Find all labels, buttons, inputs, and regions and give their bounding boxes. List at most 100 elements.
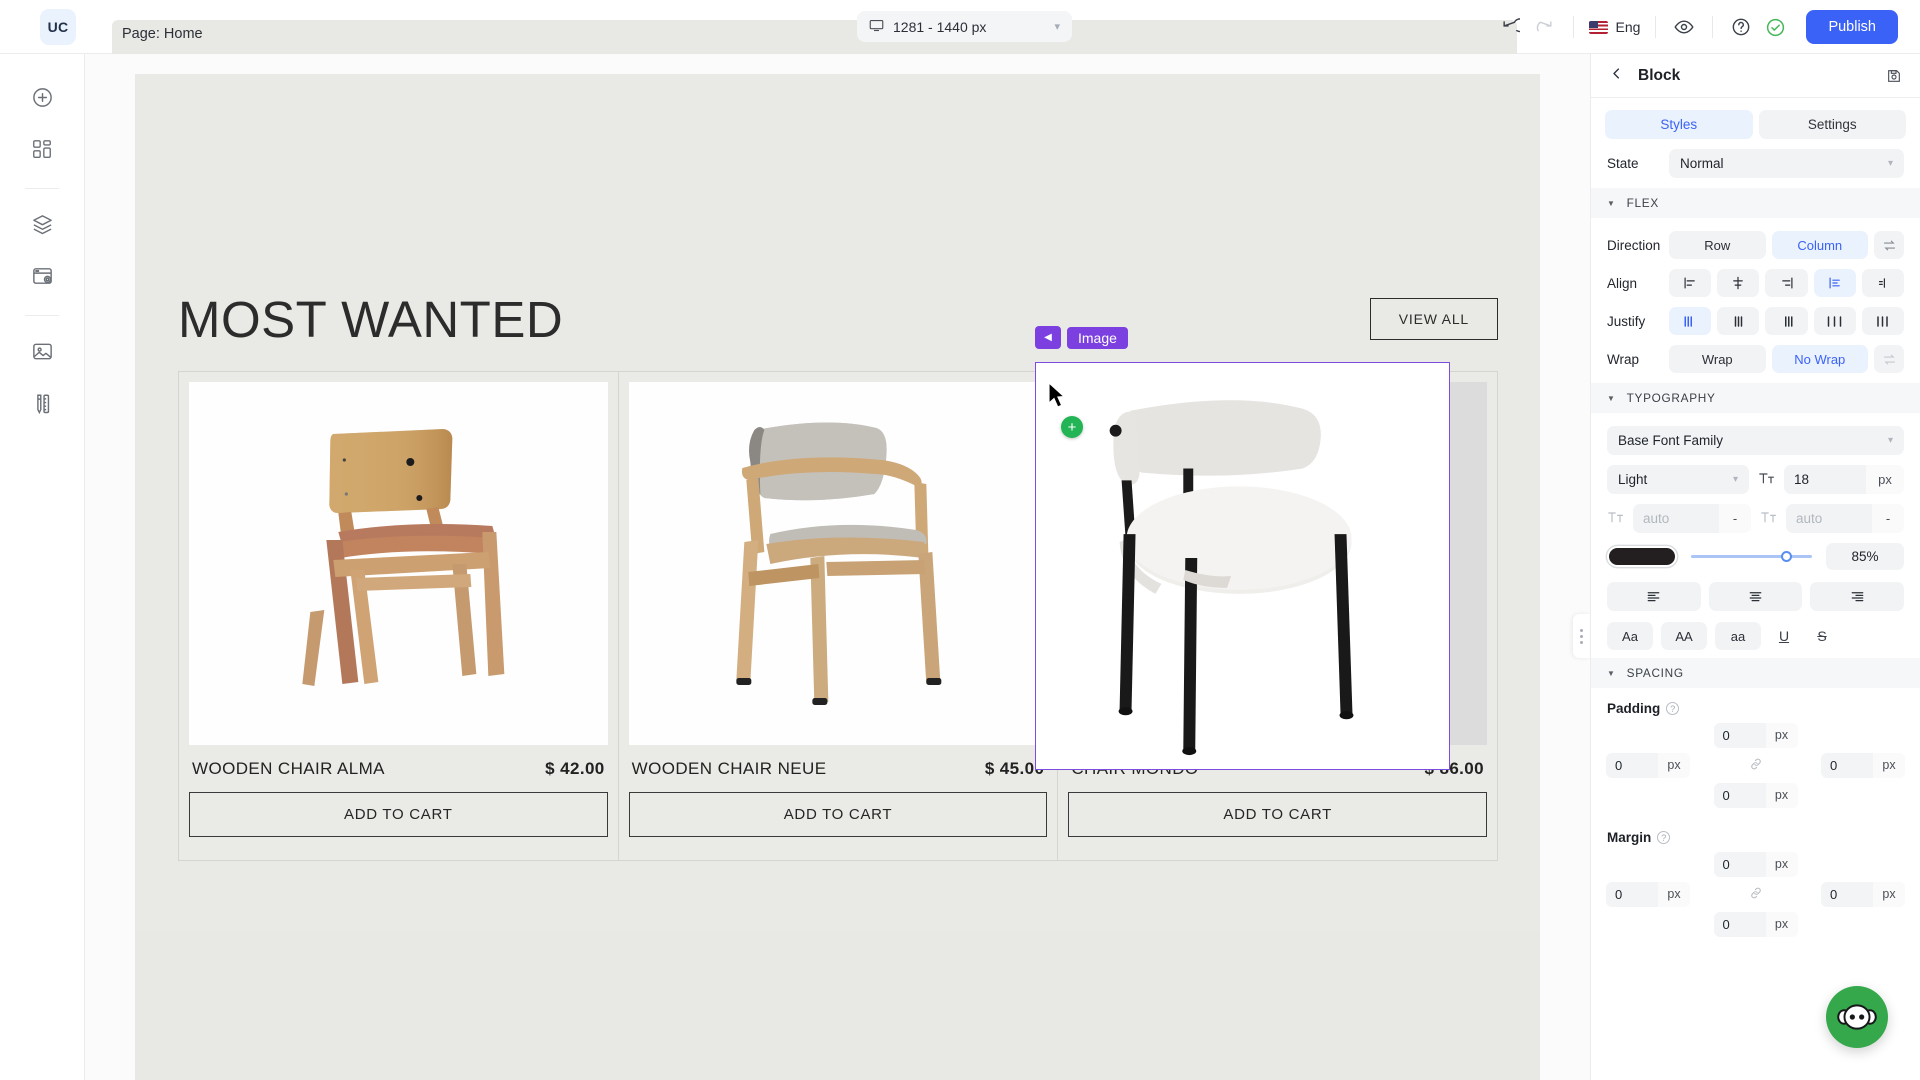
font-family-select[interactable]: Base Font Family ▾ <box>1607 426 1904 455</box>
slider-track <box>1691 555 1812 558</box>
state-select[interactable]: Normal ▾ <box>1669 149 1904 178</box>
opacity-slider[interactable] <box>1691 549 1812 565</box>
padding-left-field[interactable]: px <box>1606 752 1690 778</box>
margin-top-field[interactable]: px <box>1713 851 1798 877</box>
font-size-input[interactable] <box>1784 472 1866 487</box>
flex-section-header[interactable]: ▼ FLEX <box>1591 188 1920 218</box>
text-transform-capitalize[interactable]: Aa <box>1607 622 1653 650</box>
selected-image-block[interactable] <box>1035 362 1450 770</box>
padding-top-input[interactable] <box>1713 727 1766 743</box>
question-icon[interactable] <box>1724 10 1758 44</box>
margin-bottom-field[interactable]: px <box>1713 911 1798 937</box>
strikethrough-icon[interactable]: S <box>1807 622 1837 650</box>
canvas-area[interactable]: MOST WANTED VIEW ALL WOODEN CHAIR ALMA $… <box>85 54 1590 1080</box>
help-icon[interactable]: ? <box>1657 831 1671 844</box>
product-card[interactable]: WOODEN CHAIR NEUE $ 45.00 ADD TO CART <box>618 371 1059 861</box>
state-value: Normal <box>1680 156 1724 171</box>
direction-swap-icon[interactable] <box>1874 231 1904 259</box>
chat-support-button[interactable] <box>1826 986 1888 1048</box>
panel-drag-handle[interactable] <box>1573 614 1590 658</box>
spacing-section-header[interactable]: ▼ SPACING <box>1591 658 1920 688</box>
wooden-chair-neue-illustration <box>678 382 999 745</box>
add-to-cart-button[interactable]: ADD TO CART <box>189 792 608 837</box>
product-image[interactable] <box>628 382 1048 745</box>
margin-right-field[interactable]: px <box>1821 881 1905 907</box>
publish-button[interactable]: Publish <box>1806 10 1898 44</box>
pen-ruler-icon[interactable] <box>21 382 63 424</box>
margin-left-field[interactable]: px <box>1606 881 1690 907</box>
product-card[interactable]: WOODEN CHAIR ALMA $ 42.00 ADD TO CART <box>178 371 619 861</box>
direction-row-option[interactable]: Row <box>1669 231 1766 259</box>
viewport-selector[interactable]: 1281 - 1440 px ▾ <box>857 11 1072 42</box>
margin-top-input[interactable] <box>1713 856 1766 872</box>
margin-bottom-input[interactable] <box>1713 916 1766 932</box>
line-height-input[interactable] <box>1633 511 1719 526</box>
text-transform-uppercase[interactable]: AA <box>1661 622 1707 650</box>
letter-spacing-field[interactable]: - <box>1786 504 1904 533</box>
save-icon[interactable] <box>1886 68 1902 84</box>
eye-icon[interactable] <box>1667 10 1701 44</box>
margin-left-input[interactable] <box>1606 886 1658 902</box>
text-color-swatch[interactable] <box>1607 546 1677 567</box>
padding-box-grid: px px px px <box>1591 722 1920 808</box>
view-all-button[interactable]: VIEW ALL <box>1369 298 1498 340</box>
padding-bottom-input[interactable] <box>1713 787 1766 803</box>
tab-styles[interactable]: Styles <box>1605 110 1753 139</box>
plus-icon[interactable]: + <box>1061 416 1083 438</box>
help-icon[interactable]: ? <box>1666 702 1680 715</box>
justify-between-icon[interactable] <box>1813 307 1856 335</box>
add-to-cart-button[interactable]: ADD TO CART <box>628 792 1048 837</box>
font-size-field[interactable]: px <box>1784 465 1904 494</box>
product-image[interactable] <box>189 382 608 745</box>
align-start-icon[interactable] <box>1669 269 1712 297</box>
justify-around-icon[interactable] <box>1861 307 1905 335</box>
text-align-right-icon[interactable] <box>1810 582 1905 611</box>
justify-end-icon[interactable] <box>1765 307 1808 335</box>
padding-link-icon[interactable] <box>1749 757 1763 774</box>
opacity-value[interactable]: 85% <box>1826 543 1904 570</box>
undo-icon[interactable] <box>1494 10 1528 44</box>
add-to-cart-button[interactable]: ADD TO CART <box>1068 792 1488 837</box>
padding-right-input[interactable] <box>1821 757 1873 773</box>
align-center-icon[interactable] <box>1717 269 1760 297</box>
plus-circle-icon[interactable] <box>21 76 63 118</box>
text-align-left-icon[interactable] <box>1607 582 1701 611</box>
line-height-field[interactable]: - <box>1633 504 1751 533</box>
wrap-option[interactable]: Wrap <box>1669 345 1766 373</box>
underline-icon[interactable]: U <box>1769 622 1799 650</box>
caret-left-icon[interactable]: ◀ <box>1035 326 1061 349</box>
font-weight-select[interactable]: Light ▾ <box>1607 465 1749 494</box>
blocks-grid-icon[interactable] <box>21 128 63 170</box>
redo-icon[interactable] <box>1528 10 1562 44</box>
justify-start-icon[interactable] <box>1669 307 1712 335</box>
margin-link-icon[interactable] <box>1749 886 1763 903</box>
text-transform-lowercase[interactable]: aa <box>1715 622 1761 650</box>
padding-bottom-field[interactable]: px <box>1713 782 1798 808</box>
typography-section-header[interactable]: ▼ TYPOGRAPHY <box>1591 383 1920 413</box>
browser-gear-icon[interactable] <box>21 255 63 297</box>
check-circle-icon[interactable] <box>1758 10 1792 44</box>
rail-divider <box>25 315 59 316</box>
no-wrap-option[interactable]: No Wrap <box>1771 345 1868 373</box>
padding-right-field[interactable]: px <box>1821 752 1905 778</box>
wrap-swap-icon[interactable] <box>1874 345 1904 373</box>
app-logo[interactable]: UC <box>40 8 76 45</box>
justify-center-icon[interactable] <box>1717 307 1760 335</box>
justify-segment <box>1669 307 1905 335</box>
tab-settings[interactable]: Settings <box>1758 110 1906 139</box>
align-baseline-icon[interactable] <box>1861 269 1905 297</box>
image-icon[interactable] <box>21 330 63 372</box>
letter-spacing-input[interactable] <box>1786 511 1872 526</box>
margin-right-input[interactable] <box>1821 886 1873 902</box>
direction-column-option[interactable]: Column <box>1771 231 1868 259</box>
chevron-left-icon[interactable] <box>1609 66 1624 86</box>
text-align-center-icon[interactable] <box>1708 582 1803 611</box>
padding-left-input[interactable] <box>1606 757 1658 773</box>
padding-top-field[interactable]: px <box>1713 722 1798 748</box>
selection-tag[interactable]: Image <box>1067 326 1128 349</box>
align-end-icon[interactable] <box>1765 269 1808 297</box>
language-selector[interactable]: Eng <box>1585 19 1645 35</box>
align-stretch-icon[interactable] <box>1813 269 1856 297</box>
layers-icon[interactable] <box>21 203 63 245</box>
slider-knob[interactable] <box>1780 551 1792 562</box>
